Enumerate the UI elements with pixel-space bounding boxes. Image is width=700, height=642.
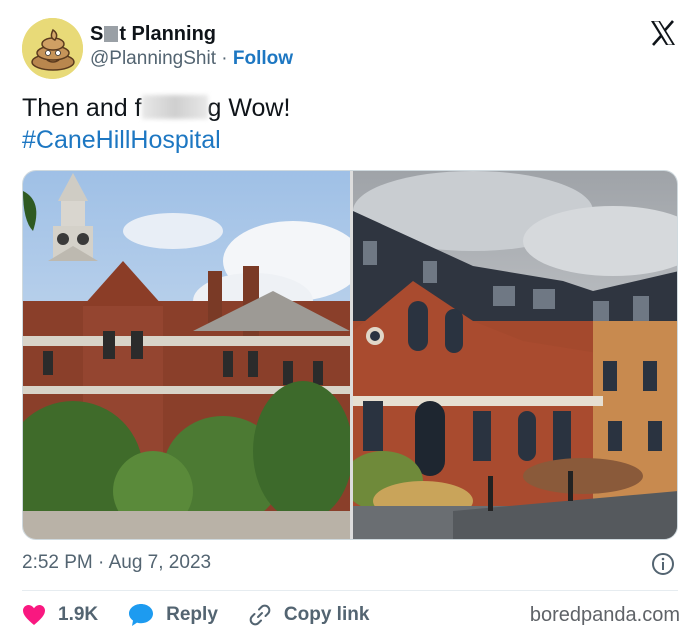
follow-button[interactable]: Follow <box>233 48 293 69</box>
tweet-media[interactable] <box>22 170 678 540</box>
heart-icon <box>23 605 45 625</box>
avatar[interactable] <box>22 18 83 79</box>
tweet-text-before: Then and f <box>22 94 142 122</box>
photo-now[interactable] <box>353 171 677 539</box>
timestamp[interactable]: 2:52 PM · Aug 7, 2023 <box>22 552 211 574</box>
author-handle-row: @PlanningShit · Follow <box>90 48 293 70</box>
poop-emoji-icon <box>22 18 83 79</box>
like-button[interactable]: 1.9K <box>22 604 98 626</box>
link-icon <box>249 604 271 626</box>
reply-button[interactable]: Reply <box>128 603 218 627</box>
author-handle[interactable]: @PlanningShit <box>90 48 216 69</box>
censored-word <box>141 95 208 119</box>
like-count: 1.9K <box>58 604 99 625</box>
watermark: boredpanda.com <box>529 604 680 626</box>
separator: · <box>221 48 228 69</box>
speech-bubble-icon <box>129 604 154 626</box>
x-logo-icon[interactable] <box>648 18 678 48</box>
copy-link-button[interactable]: Copy link <box>248 603 370 627</box>
redaction-block <box>104 26 119 42</box>
author-name-suffix: t Planning <box>119 23 217 45</box>
tweet-text: Then and f g Wow! <box>22 92 290 124</box>
divider <box>22 590 678 591</box>
author-name-prefix: S <box>90 23 104 45</box>
copy-link-label: Copy link <box>283 604 370 625</box>
action-bar: 1.9K Reply Copy link <box>22 600 399 630</box>
hashtag-link[interactable]: #CaneHillHospital <box>22 124 221 156</box>
photo-then[interactable] <box>23 171 350 539</box>
tweet-card: St Planning @PlanningShit · Follow Then … <box>0 0 700 642</box>
author-name[interactable]: St Planning <box>90 23 216 46</box>
info-icon[interactable] <box>651 552 675 576</box>
reply-label: Reply <box>166 604 218 625</box>
tweet-text-after: g Wow! <box>207 94 291 122</box>
